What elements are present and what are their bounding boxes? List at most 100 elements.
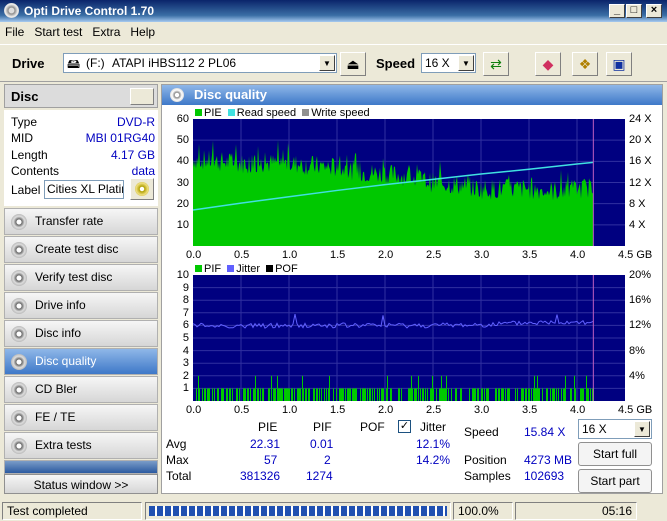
chevron-down-icon[interactable]: ▼ (319, 55, 335, 71)
copy-button[interactable]: ❖ (572, 52, 598, 76)
disc-header: Disc (4, 84, 158, 108)
tick-label: 2.0 (378, 249, 394, 261)
nav-transfer-rate[interactable]: Transfer rate (4, 208, 158, 235)
pif-bar (478, 388, 479, 401)
tick-label: 0.0 (186, 404, 202, 416)
save-button[interactable]: ▣ (606, 52, 632, 76)
pif-bar (539, 388, 540, 401)
pif-bar (284, 388, 285, 401)
chevron-down-icon[interactable]: ▼ (634, 421, 650, 437)
nav-create-test-disc[interactable]: Create test disc (4, 236, 158, 263)
menu-bar: File Start test Extra Help (0, 22, 667, 42)
disc-mid-value: MBI 01RG40 (85, 131, 155, 145)
legend-pof: POF (275, 263, 298, 275)
pif-bar (505, 388, 506, 401)
pif-bar (570, 388, 571, 401)
speed-select[interactable]: 16 X ▼ (421, 53, 476, 73)
jitter-swatch (227, 265, 235, 272)
tick-label: 7 (182, 306, 189, 319)
left-panel: Disc Type DVD-R MID MBI 01RG40 Length 4.17 … (4, 84, 158, 494)
tick-label: 1 (182, 382, 189, 395)
start-part-button[interactable]: Start part (578, 469, 652, 493)
pif-bar (522, 388, 523, 401)
nav-fe-te[interactable]: FE / TE (4, 404, 158, 431)
drive-select[interactable]: 🖴 (F:) ATAPI iHBS112 2 PL06 ▼ (63, 53, 337, 73)
disc-label-button[interactable] (130, 178, 154, 200)
start-full-button[interactable]: Start full (578, 442, 652, 466)
disc-contents-value: data (131, 164, 155, 178)
pif-bar (525, 388, 526, 401)
refresh-icon: ⇄ (490, 56, 502, 72)
pif-bar (352, 388, 353, 401)
pif-bar (427, 388, 428, 401)
pif-bar (306, 388, 307, 401)
disc-type-label: Type (11, 115, 38, 129)
pif-bar (574, 375, 575, 401)
pif-bar (286, 388, 287, 401)
pif-bar (379, 388, 380, 401)
pif-bar (303, 388, 304, 401)
nav-extra-tests[interactable]: Extra tests (4, 432, 158, 459)
pif-bar (365, 388, 366, 401)
pif-bar (281, 388, 282, 401)
avg-pie: 22.31 (250, 437, 281, 451)
menu-extra[interactable]: Extra (87, 22, 125, 39)
close-button[interactable]: × (646, 4, 662, 18)
pif-bar (340, 388, 341, 401)
tick-label: 4 X (629, 218, 646, 231)
minimize-button[interactable]: _ (609, 4, 625, 18)
maximize-button[interactable]: □ (626, 4, 642, 18)
nav-verify-test-disc[interactable]: Verify test disc (4, 264, 158, 291)
nav-disc-quality[interactable]: Disc quality (4, 348, 158, 375)
pif-bar (414, 388, 415, 401)
disc-quality-panel: Disc quality PIE Read speed Write speed … (161, 84, 663, 494)
nav-drive-info[interactable]: Drive info (4, 292, 158, 319)
pif-bar (535, 388, 536, 401)
disc-header-button[interactable] (130, 88, 154, 105)
pif-bar (533, 388, 534, 401)
pif-bar (444, 388, 445, 401)
nav-cd-bler[interactable]: CD Bler (4, 376, 158, 403)
pif-bar (526, 388, 527, 401)
pif-bar (408, 388, 409, 401)
eject-button[interactable]: ⏏ (340, 52, 366, 76)
pif-bar (441, 375, 442, 401)
pif-bar (442, 388, 443, 401)
chevron-down-icon[interactable]: ▼ (458, 55, 474, 71)
pif-bar (329, 375, 330, 401)
pif-bar (253, 388, 254, 401)
pif-bar (531, 388, 532, 401)
disc-length-value: 4.17 GB (110, 148, 155, 162)
menu-file[interactable]: File (0, 22, 29, 39)
pif-bar (370, 388, 371, 401)
pif-bar (298, 388, 299, 401)
pif-bar (309, 388, 310, 401)
menu-start-test[interactable]: Start test (29, 22, 87, 39)
tick-label: 4.0 (570, 404, 586, 416)
pif-bar (542, 388, 543, 401)
test-speed-select[interactable]: 16 X ▼ (578, 419, 652, 439)
progress-percent: 100.0% (453, 502, 513, 520)
menu-help[interactable]: Help (125, 22, 160, 39)
jitter-checkbox[interactable]: ✓ (398, 420, 411, 433)
status-text: Test completed (2, 502, 142, 520)
pif-bar (356, 388, 357, 401)
pif-bar (415, 388, 416, 401)
pif-bar (374, 388, 375, 401)
tick-label: 3.0 (474, 404, 490, 416)
status-window-button[interactable]: Status window >> (4, 474, 158, 494)
pif-bar (364, 388, 365, 401)
pif-bar (451, 388, 452, 401)
erase-button[interactable]: ◆ (535, 52, 561, 76)
nav-disc-info[interactable]: Disc info (4, 320, 158, 347)
pif-bar (280, 388, 281, 401)
avg-jitter: 12.1% (416, 437, 451, 451)
samples-label: Samples (464, 469, 511, 483)
disc-icon (11, 354, 27, 370)
pif-bar (363, 388, 364, 401)
tick-label: 2.5 (426, 249, 442, 261)
disc-label-field[interactable]: Cities XL Platin (44, 180, 124, 199)
refresh-button[interactable]: ⇄ (483, 52, 509, 76)
pif-bar (581, 388, 582, 401)
pif-bar (383, 388, 384, 401)
